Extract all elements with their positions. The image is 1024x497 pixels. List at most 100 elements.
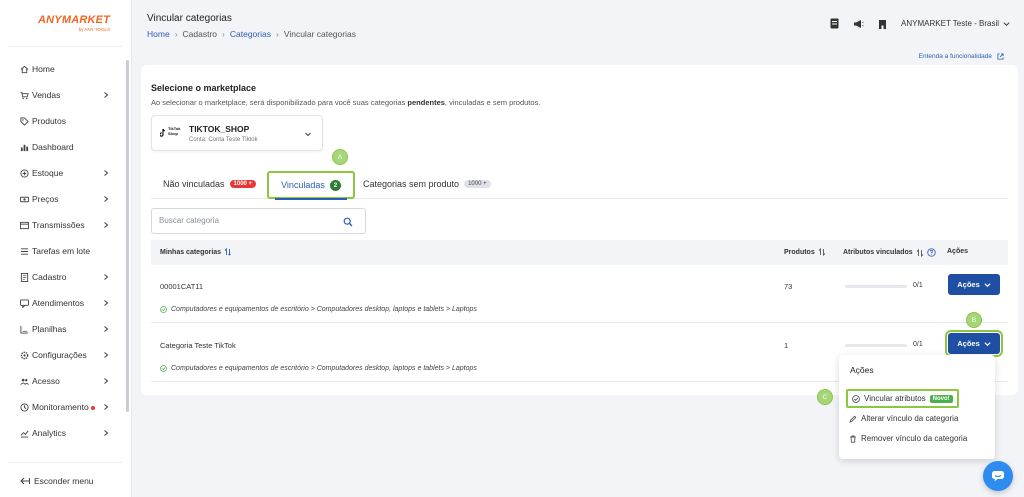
- document-icon[interactable]: [830, 18, 839, 29]
- column-header-label: Minhas categorias: [160, 248, 222, 256]
- sidebar-item-label: Configurações: [32, 350, 87, 360]
- chevron-right-icon: [104, 326, 109, 332]
- sidebar-item-precos[interactable]: Preços: [0, 186, 124, 212]
- column-header-produtos[interactable]: Produtos: [784, 248, 826, 256]
- bar-chart-icon: [19, 142, 29, 152]
- breadcrumb-categorias[interactable]: Categorias: [230, 29, 271, 39]
- tab-categorias-sem-produto[interactable]: Categorias sem produto 1000 +: [363, 169, 491, 199]
- step-marker-c: C: [817, 389, 833, 405]
- chevron-right-icon: [104, 430, 109, 436]
- help-icon[interactable]: [926, 248, 936, 257]
- new-badge: Novo!: [929, 394, 953, 403]
- sidebar-item-label: Tarefas em lote: [32, 246, 91, 256]
- count-badge: 1000 +: [464, 180, 491, 188]
- sidebar-item-estoque[interactable]: Estoque: [0, 160, 124, 186]
- search-icon[interactable]: [343, 217, 353, 227]
- acoes-button-label: Ações: [957, 280, 980, 289]
- page-header: Vincular categorias Home › Cadastro › Ca…: [132, 0, 1024, 48]
- check-circle-icon: [852, 394, 860, 403]
- chevron-right-icon: [104, 352, 109, 358]
- sidebar-item-label: Dashboard: [32, 142, 74, 152]
- hide-menu-button[interactable]: Esconder menu: [20, 476, 94, 486]
- sidebar-item-acesso[interactable]: Acesso: [0, 368, 124, 394]
- check-circle-icon: [160, 306, 167, 313]
- chat-bubble-icon: [992, 471, 1004, 482]
- count-badge: 1000 +: [229, 180, 257, 188]
- sidebar-item-tarefas-em-lote[interactable]: Tarefas em lote: [0, 238, 124, 264]
- breadcrumb-home[interactable]: Home: [147, 29, 170, 39]
- chevron-right-icon: [104, 378, 109, 384]
- step-marker-a: A: [332, 149, 348, 165]
- chevron-right-icon: [104, 92, 109, 98]
- sidebar-item-label: Acesso: [32, 376, 60, 386]
- chat-icon: [19, 298, 29, 308]
- menu-item-label: Alterar vínculo da categoria: [861, 414, 959, 423]
- help-link[interactable]: Entenda a funcionalidade: [919, 53, 1004, 60]
- anymarket-logo[interactable]: ANYMARKET by ANY TOOLS: [38, 14, 110, 32]
- marketplace-section-title: Selecione o marketplace: [151, 83, 257, 93]
- chevron-down-icon: [984, 341, 991, 346]
- tab-vinculadas[interactable]: Vinculadas 2: [267, 171, 355, 200]
- description-prefix: Ao selecionar o marketplace, será dispon…: [151, 98, 408, 107]
- marketplace-account: Conta: Conta Teste Tiktok: [189, 137, 258, 143]
- sidebar-item-cadastro[interactable]: Cadastro: [0, 264, 124, 290]
- sidebar-item-monitoramento[interactable]: Monitoramento: [0, 394, 124, 420]
- chevron-right-icon: [104, 404, 109, 410]
- acoes-button-label: Ações: [957, 339, 980, 348]
- attributes-progress-bar: [845, 344, 907, 347]
- sidebar-item-transmissoes[interactable]: Transmissões: [0, 212, 124, 238]
- search-input[interactable]: [159, 216, 329, 225]
- gear-icon: [19, 350, 29, 360]
- notification-dot: [90, 405, 95, 410]
- menu-item-vincular-atributos[interactable]: Vincular atributos Novo!: [846, 389, 959, 408]
- sidebar-item-dashboard[interactable]: Dashboard: [0, 134, 124, 160]
- product-count: 1: [784, 341, 789, 350]
- chevron-right-icon: [104, 300, 109, 306]
- category-code: 00001CAT11: [160, 282, 204, 291]
- chevron-right-icon: [104, 196, 109, 202]
- table-header: Minhas categorias Produtos Atributos vin…: [151, 240, 1008, 265]
- analytics-icon: [19, 428, 29, 438]
- sidebar-item-label: Vendas: [32, 90, 61, 100]
- menu-item-remover-vinculo[interactable]: Remover vínculo da categoria: [849, 434, 967, 443]
- megaphone-icon[interactable]: [853, 19, 864, 29]
- category-tabs: Não vinculadas 1000 + Vinculadas 2 Categ…: [151, 169, 1008, 200]
- column-header-minhas-categorias[interactable]: Minhas categorias: [160, 248, 232, 256]
- tab-label: Não vinculadas: [163, 179, 225, 189]
- tab-nao-vinculadas[interactable]: Não vinculadas 1000 +: [163, 169, 257, 199]
- sidebar-item-configuracoes[interactable]: Configurações: [0, 342, 124, 368]
- menu-item-alterar-vinculo[interactable]: Alterar vínculo da categoria: [849, 414, 958, 423]
- window-icon: [19, 220, 29, 230]
- sidebar-scrollbar[interactable]: [126, 60, 129, 412]
- sidebar-item-atendimentos[interactable]: Atendimentos: [0, 290, 124, 316]
- chat-button[interactable]: [983, 461, 1013, 491]
- breadcrumb-current: Vincular categorias: [283, 29, 356, 39]
- trash-icon: [850, 435, 856, 443]
- help-link-label: Entenda a funcionalidade: [918, 53, 992, 60]
- hide-menu-label: Esconder menu: [34, 476, 94, 486]
- sort-icon: [224, 248, 231, 256]
- column-header-atributos-vinculados[interactable]: Atributos vinculados: [843, 248, 936, 257]
- building-icon[interactable]: [878, 19, 887, 29]
- sidebar-item-analytics[interactable]: Analytics: [0, 420, 124, 446]
- tag-icon: [19, 116, 29, 126]
- category-search: [151, 208, 366, 234]
- sidebar-item-produtos[interactable]: Produtos: [0, 108, 124, 134]
- product-count: 73: [784, 282, 793, 291]
- monitor-icon: [19, 402, 29, 412]
- sidebar-item-label: Estoque: [32, 168, 64, 178]
- sidebar-item-label: Preços: [32, 194, 59, 204]
- acoes-button[interactable]: Ações: [948, 274, 1000, 295]
- acoes-button[interactable]: Ações: [945, 330, 1003, 357]
- category-path: Computadores e equipamentos de escritóri…: [160, 306, 477, 313]
- sidebar-item-planilhas[interactable]: Planilhas: [0, 316, 124, 342]
- account-selector[interactable]: ANYMARKET Teste - Brasil: [901, 19, 1010, 28]
- sidebar-item-vendas[interactable]: Vendas: [0, 82, 124, 108]
- attributes-progress-text: 0/1: [913, 341, 923, 348]
- sidebar-item-home[interactable]: Home: [0, 56, 124, 82]
- attributes-progress-text: 0/1: [913, 282, 923, 289]
- chevron-right-icon: [104, 274, 109, 280]
- column-header-label: Atributos vinculados: [843, 249, 913, 256]
- marketplace-select[interactable]: TikTok Shop TIKTOK_SHOP Conta: Conta Tes…: [151, 115, 323, 151]
- category-path-text: Computadores e equipamentos de escritóri…: [171, 365, 477, 372]
